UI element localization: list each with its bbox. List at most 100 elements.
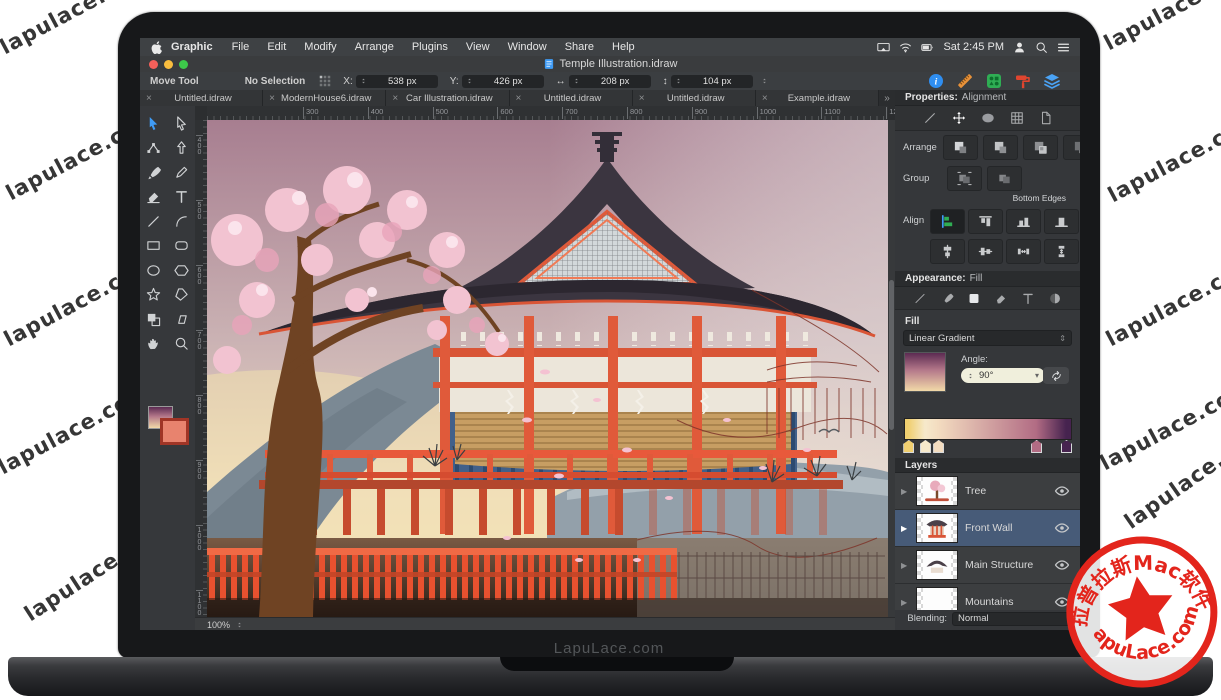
tab-close-icon[interactable]: × xyxy=(756,93,774,104)
eraser-tool[interactable] xyxy=(140,185,168,210)
eraser-mode-icon[interactable] xyxy=(994,292,1008,305)
rectangle-tool[interactable] xyxy=(140,234,168,259)
fill-mode-icon[interactable] xyxy=(967,292,981,305)
user-icon[interactable] xyxy=(1013,41,1026,54)
disclosure-triangle-icon[interactable]: ▶ xyxy=(901,561,909,570)
menu-item-share[interactable]: Share xyxy=(556,41,603,53)
brush-tool[interactable] xyxy=(140,160,168,185)
blending-select[interactable]: Normal xyxy=(952,612,1072,626)
distribute-vertical-button[interactable] xyxy=(1044,239,1079,264)
field-input[interactable]: 104 px xyxy=(671,75,753,88)
info-icon[interactable]: i xyxy=(928,73,944,89)
line-tool[interactable] xyxy=(140,209,168,234)
zoom-stepper-icon[interactable] xyxy=(236,620,243,630)
shadow-mode-icon[interactable] xyxy=(1048,292,1062,305)
gradient-preview-swatch[interactable] xyxy=(904,352,946,392)
hand-tool[interactable] xyxy=(140,332,168,357)
anchor-grid-icon[interactable] xyxy=(319,75,331,87)
gradient-stop-1[interactable] xyxy=(920,440,931,453)
direct-selection-tool[interactable] xyxy=(168,111,196,136)
pen-mode-icon[interactable] xyxy=(923,111,937,125)
disclosure-triangle-icon[interactable]: ▶ xyxy=(901,524,909,533)
roller-icon[interactable] xyxy=(1015,73,1031,89)
group-button[interactable] xyxy=(947,166,982,191)
menu-item-arrange[interactable]: Arrange xyxy=(346,41,403,53)
field-input[interactable]: 538 px xyxy=(356,75,438,88)
tab-5[interactable]: ×Example.idraw xyxy=(756,90,878,106)
boolean-tool[interactable] xyxy=(140,307,168,332)
scrollbar-thumb[interactable] xyxy=(889,280,894,430)
reverse-gradient-button[interactable] xyxy=(1043,367,1069,384)
align-center-horizontal-button[interactable] xyxy=(930,239,965,264)
send-backward-button[interactable] xyxy=(1023,135,1058,160)
menu-item-view[interactable]: View xyxy=(457,41,499,53)
battery-icon[interactable] xyxy=(921,41,934,54)
ruler-icon[interactable] xyxy=(957,73,973,89)
menu-item-plugins[interactable]: Plugins xyxy=(403,41,457,53)
tab-1[interactable]: ×ModernHouse6.idraw xyxy=(263,90,385,106)
arc-tool[interactable] xyxy=(168,209,196,234)
gradient-stop-4[interactable] xyxy=(1061,440,1072,453)
search-icon[interactable] xyxy=(1035,41,1048,54)
doc-mode-icon[interactable] xyxy=(1039,111,1053,125)
tab-2[interactable]: ×Car Illustration.idraw xyxy=(386,90,508,106)
field-stepper-icon[interactable] xyxy=(675,76,682,86)
width-tool[interactable] xyxy=(168,136,196,161)
layers-icon[interactable] xyxy=(1044,73,1060,89)
wifi-icon[interactable] xyxy=(899,41,912,54)
selection-tool[interactable] xyxy=(140,111,168,136)
display-icon[interactable] xyxy=(877,41,890,54)
tab-3[interactable]: ×Untitled.idraw xyxy=(510,90,632,106)
layer-row-tree[interactable]: ▶Tree xyxy=(895,473,1080,510)
gradient-stop-2[interactable] xyxy=(933,440,944,453)
move-mode-icon[interactable] xyxy=(952,111,966,125)
angle-stepper-icon[interactable] xyxy=(967,371,974,381)
zoom-tool[interactable] xyxy=(168,332,196,357)
tab-close-icon[interactable]: × xyxy=(140,93,158,104)
menu-item-modify[interactable]: Modify xyxy=(295,41,345,53)
gradient-bar[interactable] xyxy=(904,418,1072,440)
stepper-icon[interactable] xyxy=(761,76,768,86)
pencil-tool[interactable] xyxy=(168,160,196,185)
brush-mode-icon[interactable] xyxy=(940,292,954,305)
vertical-scrollbar[interactable] xyxy=(888,120,895,617)
color-swatches[interactable] xyxy=(148,406,188,444)
field-input[interactable]: 208 px xyxy=(569,75,651,88)
tab-close-icon[interactable]: × xyxy=(386,93,404,104)
field-stepper-icon[interactable] xyxy=(573,76,580,86)
menu-item-window[interactable]: Window xyxy=(499,41,556,53)
gradient-stop-3[interactable] xyxy=(1031,440,1042,453)
align-center-vertical-button[interactable] xyxy=(968,239,1003,264)
shapes-icon[interactable] xyxy=(986,73,1002,89)
text-mode-icon[interactable] xyxy=(1021,292,1035,305)
apple-icon[interactable] xyxy=(150,40,163,54)
field-stepper-icon[interactable] xyxy=(360,76,367,86)
eye-icon[interactable] xyxy=(1054,520,1070,536)
disclosure-triangle-icon[interactable]: ▶ xyxy=(901,598,909,607)
star-tool[interactable] xyxy=(140,283,168,308)
stroke-mode-icon[interactable] xyxy=(913,292,927,305)
send-to-back-button[interactable] xyxy=(1063,135,1080,160)
ungroup-button[interactable] xyxy=(987,166,1022,191)
list-icon[interactable] xyxy=(1057,41,1070,54)
freeform-tool[interactable] xyxy=(168,283,196,308)
app-menu[interactable]: Graphic xyxy=(163,41,223,53)
align-top-button[interactable] xyxy=(968,209,1003,234)
canvas-artwork[interactable] xyxy=(207,120,888,617)
tab-0[interactable]: ×Untitled.idraw xyxy=(140,90,262,106)
tab-close-icon[interactable]: × xyxy=(263,93,281,104)
field-stepper-icon[interactable] xyxy=(466,76,473,86)
grid-mode-icon[interactable] xyxy=(1010,111,1024,125)
node-tool[interactable] xyxy=(140,136,168,161)
angle-field[interactable]: 90° ▾ xyxy=(961,368,1045,383)
field-input[interactable]: 426 px xyxy=(462,75,544,88)
menu-item-file[interactable]: File xyxy=(223,41,259,53)
align-bottom-button[interactable] xyxy=(1044,209,1079,234)
tab-close-icon[interactable]: × xyxy=(633,93,651,104)
zoom-level[interactable]: 100% xyxy=(207,620,230,630)
stroke-color-swatch[interactable] xyxy=(160,418,189,445)
bring-to-front-button[interactable] xyxy=(943,135,978,160)
bring-forward-button[interactable] xyxy=(983,135,1018,160)
eye-icon[interactable] xyxy=(1054,483,1070,499)
text-tool[interactable] xyxy=(168,185,196,210)
